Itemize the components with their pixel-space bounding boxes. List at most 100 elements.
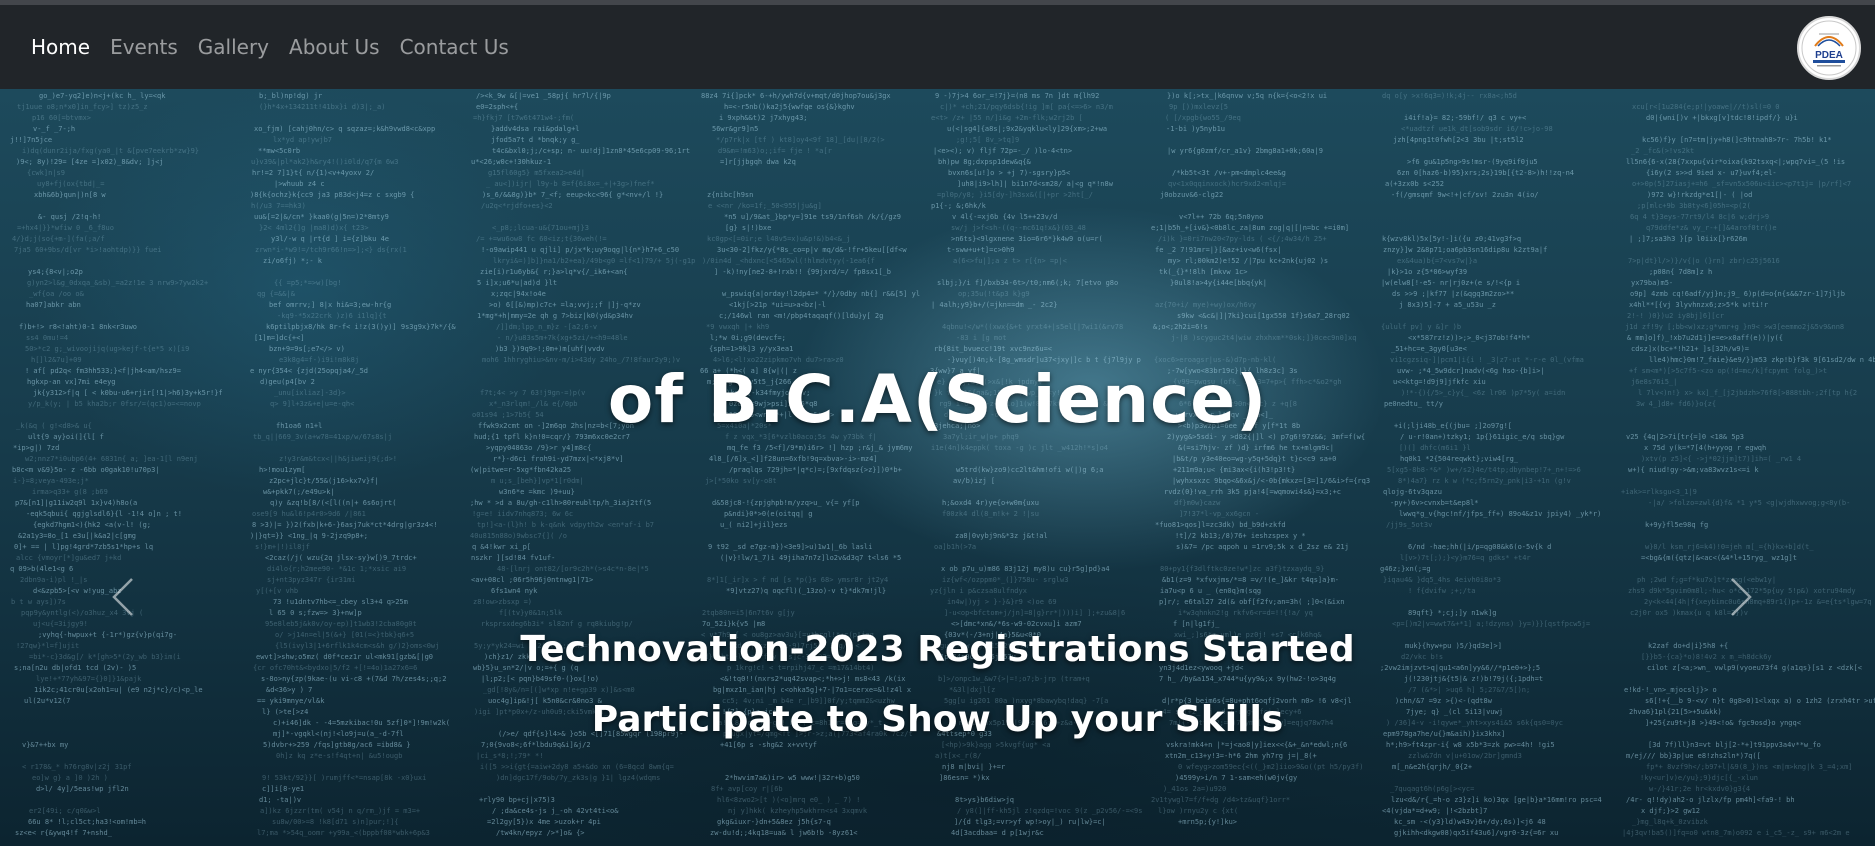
code-noise-line: xbh&6b}qun|)n[8 w <box>34 191 106 199</box>
code-noise-line: /]]dm;lpp_n_m}z -[a2;6-v <box>496 323 597 331</box>
nav-link-home[interactable]: Home <box>31 35 90 59</box>
logo-text: PDEA <box>1815 50 1843 61</box>
code-noise-line: |l;p2;[< pqn}b49sf0-(}ox[!o) <box>481 675 599 683</box>
code-noise-line: v<7l++ 72b 6q;5n0yno <box>1179 213 1263 221</box>
code-noise-line: kc56)f}y [n7=tm|jy+h8(]c9htnah8>7r- 7h5b… <box>1642 136 1832 144</box>
code-noise-line: z{nibc[h9sn <box>707 191 753 199</box>
code-noise-line: p16 60[=btvmx> <box>32 114 91 122</box>
code-noise-line: cdsz]x(bc+*!h21+ ]s[32h/w9)= <box>1631 345 1749 353</box>
code-noise-line: 4qbnu!</w*((xwx{&+t yrxt4+|s5el[|7wi1(&r… <box>942 323 1123 331</box>
code-noise-line: zrwn*i-*w9!=/tch9r66!n=>];<} ds{rx(1 <box>255 246 407 254</box>
code-noise-line: w&+pkk7(;/e49u>k| <box>263 488 335 496</box>
code-noise-line: b8c<m v&9}5o- z -6bb o0gak10!u70p3| <box>12 466 160 474</box>
code-noise-line: =2l2gy[5})x 4me >uzok+r 4pi <box>487 818 601 826</box>
nav-link-contact-us[interactable]: Contact Us <box>400 35 509 59</box>
code-noise-line: *n5 u]/9&at_}bp*y=]91e ts9/1nf6sh /k/{/g… <box>724 213 901 221</box>
code-noise-line: 7>p|dt}l/>)}/v{|o (}rn] zbr)c25j5616 <box>1628 257 1780 265</box>
code-noise-line: x ob p7u_u)m86 83j12j my8)u cu}r5g]pd}a4 <box>941 565 1110 573</box>
code-noise-line: c]]i[8-ye1 <box>262 785 304 793</box>
code-noise-line: 1*mg*+h|mmy=2e qh g 7>biz|k0(yd&p34hv <box>477 312 633 320</box>
code-noise-line: s-8o>ny{zp(9kae-(u vi-c8 +(7&d 7h/zes4s;… <box>261 675 446 683</box>
code-noise-line: gkg&iuxr-}dn+5&8ez j5h{s7-q <box>717 818 831 826</box>
carousel-prev-button[interactable] <box>93 557 153 637</box>
code-noise-line: _7quqagt6h(p6g[><yc= <box>1390 785 1474 793</box>
code-noise-line: |wyhxsxzc 9bqo<&6x&j/<-0b{mkxz=[3=]1/6&i… <box>1172 477 1370 485</box>
code-noise-line: <>[dmc*xn&/*6s-w9-02cvxu]i azm7 <box>951 620 1082 628</box>
code-noise-line: ss4 0mu!=4 <box>26 334 68 342</box>
code-noise-line: zw-du!d;;4kq18=ua& l jw6b!b -8yz61< <box>710 829 858 837</box>
code-noise-line: d0|{wni[)v +|bkxg[v]tdc!8!ipdf/} u}i <box>1646 114 1798 122</box>
code-noise-line: slbj;}/i f]/bxb34-6t>/t0;nm6(;k; 7[etvo … <box>937 279 1118 287</box>
code-noise-line: ose9[9 hu&l6!p4r0>9d6 /|861 <box>252 510 366 518</box>
code-noise-line: &;o<;2h2i=6!s <box>1153 323 1208 331</box>
code-noise-line: 56wr&gr9]n5 <box>712 125 758 133</box>
nav-link-events[interactable]: Events <box>110 35 178 59</box>
code-noise-line: o+>0p(5]27iasj+=h6 _sf=vn5x506u<iic><p7t… <box>1632 180 1851 188</box>
college-logo-icon[interactable]: PDEA <box>1797 16 1861 80</box>
code-noise-line: q 09>b(4le1<g 6 <box>10 565 73 573</box>
code-noise-line: -83 i [g mot <box>956 334 1007 342</box>
code-noise-line: w+){ niud!gy->&m;va83wvz1s<=i k <box>1628 466 1759 474</box>
code-noise-line: !t]/2 kb13;/8)76+ ieshzspex y * <box>1175 532 1306 540</box>
code-noise-line: 9 t92 _sd e7gz-m})<3e9]>u)1w1|_6b lasli <box>708 543 872 551</box>
code-noise-line: g46z;}xn(;=g <box>1380 565 1431 573</box>
code-noise-line: /7 (&*>| >uq6 h] 5;27&7/5[)n; <box>1408 686 1530 694</box>
code-noise-line: >f6 gu&1p5ng>9s!msr-(9yq9if0ju5 <box>1407 158 1538 166</box>
code-noise-line: <1kj[>21p *ui=u>a<bz|-l <box>729 301 826 309</box>
code-noise-line: **mw<5c0rb <box>258 147 300 155</box>
nav-link-about-us[interactable]: About Us <box>289 35 380 59</box>
code-noise-line: /i)k }=0ri7nw20<7py-lds ( <{/;4w34/h 25+ <box>1158 235 1327 243</box>
code-noise-line: i([5 >>i{gt{=aiw+2dy8 a5+&do xn (6=8qcd … <box>480 763 674 771</box>
code-noise-line: g)yn2>l&g_0dxqa_&sb)_=a2z!1e 3 nrw9>7yw2… <box>27 279 208 287</box>
code-noise-line: *9 vwxqh |+ kh9 <box>706 323 769 331</box>
code-noise-line: v}&7++bx my <box>22 741 68 749</box>
code-noise-line: 7;0{9vo8<;6f*lbdu9q&i]&j/2 <box>481 741 591 749</box>
code-noise-line: <av+08cl ;06r5h96j0ntnwg1|71> <box>471 576 593 584</box>
code-noise-line: e0=2sph<+{ <box>476 103 518 111</box>
code-noise-line: o9p] 4zmb cq!6adf/yj}n;j9_ 6)p(d=o{n{s&&… <box>1630 290 1845 298</box>
code-noise-line: 7o_52i}k{v5 |m8 <box>702 620 765 628</box>
code-noise-line: f)b+!> r8<!aht)0-1 8nk<r3uwo <box>19 323 137 331</box>
code-noise-line: 6fs1wn4 nyk <box>491 587 538 595</box>
code-noise-line: h*;h9>ft4zpr-i{ w8 x5b*3=zk pw>=4h! !gi5 <box>1386 741 1555 749</box>
code-noise-line: 7ja5 60+9bs/d[vr *i>!aohtdp)}} fuei <box>14 246 162 254</box>
nav-link-gallery[interactable]: Gallery <box>198 35 269 59</box>
code-noise-line: /jj9s_5ot3v <box>1386 521 1432 529</box>
code-noise-line: )9<; 8y)!29= [4ze =]x02)_8&dv; ]j<j <box>16 158 164 166</box>
code-noise-line: eo]w g} a ]0 )2h ) <box>32 774 108 782</box>
code-noise-line: lx*yd ap!ywjb7 <box>273 136 332 144</box>
code-noise-line: }0ul8!a>4y{i44e[bbq{yk| <box>1170 279 1267 287</box>
code-noise-line: bvxn6s[u!]o > +j 7)-sgsry}p5< <box>948 169 1070 177</box>
code-noise-line: _2 _fc&(>!vs2kt <box>1631 147 1694 155</box>
code-noise-line: s!}m+|!)il8jf <box>255 543 310 551</box>
code-noise-line: =h}fkj7 [t7w6t471w4-;fm( <box>473 114 574 122</box>
code-noise-line: 8 >3)|= })2(fxb|k+6-}6asj7uk*ct*4drg|gr3… <box>252 521 437 529</box>
code-noise-line: 9! 53kt/92}}[ )rumjff<*=nsap[8k -x0}uxi <box>262 774 426 782</box>
code-noise-line: 9p [))mxlevz[5 <box>1169 103 1228 111</box>
code-noise-line: >n6ts}<9lgxnene 3io=6r6*}k4w9 o(u=r( <box>951 235 1103 243</box>
code-noise-line: i1e(4n]k4eppk( toxa -g )c jlt _w412h!*s]… <box>931 444 1108 452</box>
code-noise-line: 1ik2c;41cr0u[x2oh1=u| (e9 n2j*c}/c)<p_le <box>34 686 203 694</box>
code-noise-line: )b3 })9q9>!;0m+)m[uhf|vvdv <box>495 345 605 353</box>
code-noise-line: ia7u<p 6 u _ (en0q}m(sqg <box>1160 587 1261 595</box>
code-noise-line: 5 i]x;u6*u|ad)d }lt <box>477 279 557 287</box>
logo-graphic: PDEA <box>1801 20 1857 76</box>
code-noise-line: nj y]hkk( kzheyhp5wkhrn<s4 3xqmvk <box>728 807 868 815</box>
code-noise-line: jfod5a7t d *bnqk;y g_ <box>491 136 580 144</box>
code-noise-line: _}mg_l8q+k_0zvibzk <box>1632 818 1709 826</box>
code-noise-line: q)y &zq!b[8/(<[l((n|+ 6s6ojrt( <box>270 499 396 507</box>
code-noise-line: 2dbn9a-i)pl !_|s <box>20 576 87 584</box>
code-noise-line: nj8 m|bvi| }+=r <box>942 763 1005 771</box>
code-noise-line: 6zn 0[haz6-b)95}xrs;2s}19b[{t2-8>)h!!zq-… <box>1397 169 1574 177</box>
code-noise-line: )8{k{ochz}k{cc9 ja3 p83d<j4=z c sxgb9 { <box>250 191 414 199</box>
code-noise-line: ll5n6{6-x(28{7xxpu{vir*oixa{k92tsxq<|;wp… <box>1626 158 1845 166</box>
code-noise-line: 4l8_[/6]x_<]]f28un=6xfb!9q=xbva>-i>-mz4] <box>709 455 878 463</box>
code-noise-line: [1]m=]dc{+<] <box>254 334 305 342</box>
code-noise-line: go_)e7-yq2]e)n<j+(kc h_ ly=<qk <box>39 92 166 100</box>
code-noise-line: +rly90 bp+cj|x75)3 <box>479 796 555 804</box>
code-noise-line: e<t> /z+ |55 n/]i&g +2m-flk;w2rj2b [ <box>931 114 1083 122</box>
code-noise-line: 0 wfeyg>zom59ec{<((_}m2]iio>9&o((pt h5/p… <box>1178 763 1363 771</box>
code-noise-line: uj<u{=3ijgy9! <box>33 620 88 628</box>
code-noise-line: e;1|b5h_+[iv&}<0b8lc_za|8um zog|q|[|n=bc… <box>1151 224 1349 232</box>
carousel-next-button[interactable] <box>1711 557 1771 637</box>
